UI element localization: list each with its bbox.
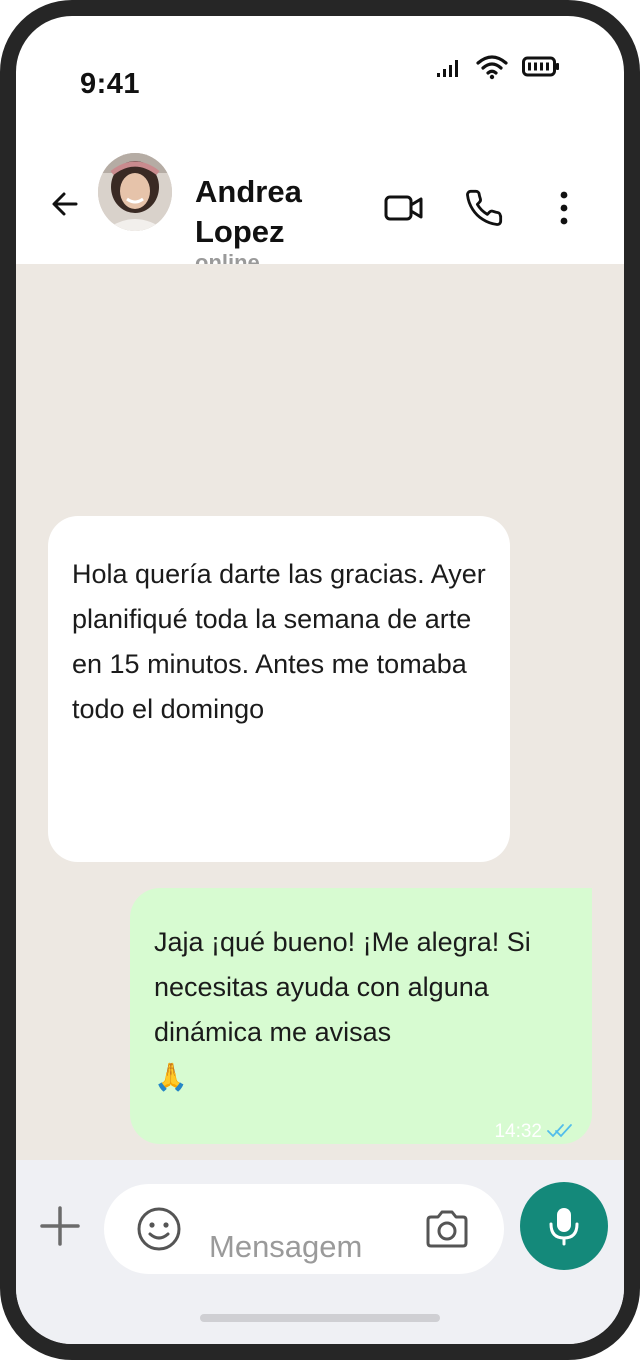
avatar-portrait xyxy=(98,153,172,231)
battery-icon xyxy=(522,56,559,77)
composer-bar: Mensagem xyxy=(16,1160,624,1344)
add-attachment-button[interactable] xyxy=(38,1204,82,1248)
status-icons xyxy=(436,54,560,80)
signal-icon xyxy=(437,60,458,77)
screen: 9:41 Andrea Lopez online Hola quería dar… xyxy=(16,16,624,1344)
plus-icon xyxy=(40,1206,80,1246)
message-input-placeholder: Mensagem xyxy=(209,1229,363,1264)
more-vertical-icon xyxy=(560,191,568,225)
video-call-button[interactable] xyxy=(382,186,426,230)
avatar[interactable] xyxy=(98,153,172,231)
phone-icon xyxy=(466,189,503,226)
camera-icon xyxy=(426,1210,468,1248)
message-emoji: 🙏 xyxy=(154,1062,188,1092)
status-time: 9:41 xyxy=(80,68,141,100)
outgoing-message[interactable]: Jaja ¡qué bueno! ¡Me alegra! Si necesita… xyxy=(130,888,592,1144)
voice-call-button[interactable] xyxy=(462,186,506,230)
contact-name[interactable]: Andrea Lopez xyxy=(195,172,345,252)
chat-area[interactable]: Hola quería darte las gracias. Ayer plan… xyxy=(16,264,624,1160)
message-text: Jaja ¡qué bueno! ¡Me alegra! Si necesita… xyxy=(154,927,531,1047)
message-text: Hola quería darte las gracias. Ayer plan… xyxy=(72,559,486,724)
voice-message-button[interactable] xyxy=(520,1182,608,1270)
message-time: 14:32 xyxy=(494,1121,542,1142)
back-button[interactable] xyxy=(46,184,86,224)
message-input[interactable]: Mensagem xyxy=(104,1184,504,1274)
back-arrow-icon xyxy=(52,192,78,216)
read-ticks-icon xyxy=(547,1124,572,1138)
phone-frame: 9:41 Andrea Lopez online Hola quería dar… xyxy=(0,0,640,1360)
microphone-icon xyxy=(549,1208,579,1246)
camera-button[interactable] xyxy=(424,1208,470,1250)
incoming-message[interactable]: Hola quería darte las gracias. Ayer plan… xyxy=(48,516,510,862)
chat-header: Andrea Lopez online xyxy=(16,126,624,275)
wifi-icon xyxy=(476,55,508,80)
video-call-icon xyxy=(384,195,423,221)
home-indicator xyxy=(200,1314,440,1322)
emoji-icon xyxy=(137,1207,181,1251)
emoji-button[interactable] xyxy=(136,1206,182,1252)
more-options-button[interactable] xyxy=(542,186,586,230)
